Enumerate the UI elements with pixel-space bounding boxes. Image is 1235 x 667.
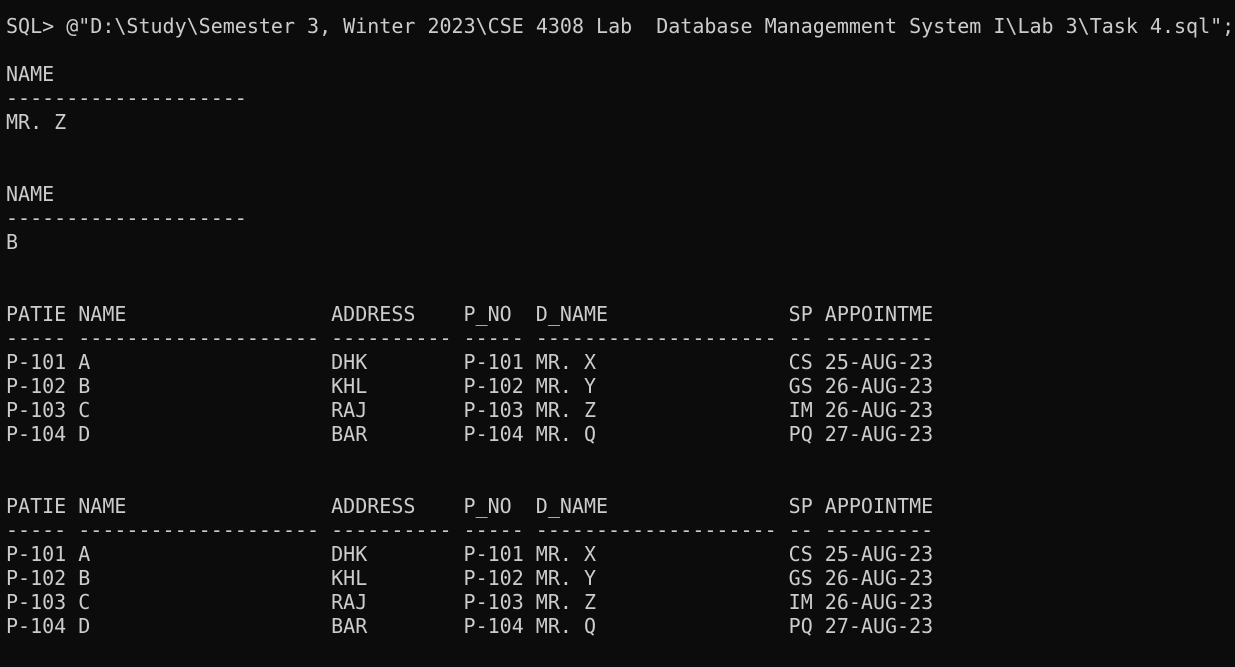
- result-row: P-104 D BAR P-104 MR. Q PQ 27-AUG-23: [6, 422, 934, 446]
- result-set-2: NAME -------------------- B: [6, 182, 1231, 254]
- terminal-output[interactable]: SQL> @"D:\Study\Semester 3, Winter 2023\…: [6, 14, 1231, 638]
- command-text: @"D:\Study\Semester 3, Winter 2023\CSE 4…: [66, 14, 1231, 38]
- result-row: P-103 C RAJ P-103 MR. Z IM 26-AUG-23: [6, 590, 934, 614]
- result-set-1: NAME -------------------- MR. Z: [6, 62, 1231, 134]
- column-separator: --------------------: [6, 206, 247, 230]
- command-line: SQL> @"D:\Study\Semester 3, Winter 2023\…: [6, 14, 1231, 38]
- column-separator: ----- -------------------- ---------- --…: [6, 326, 934, 350]
- column-header: PATIE NAME ADDRESS P_NO D_NAME SP APPOIN…: [6, 494, 934, 518]
- column-separator: ----- -------------------- ---------- --…: [6, 518, 934, 542]
- result-row: P-101 A DHK P-101 MR. X CS 25-AUG-23: [6, 542, 934, 566]
- column-header: PATIE NAME ADDRESS P_NO D_NAME SP APPOIN…: [6, 302, 934, 326]
- result-row: P-101 A DHK P-101 MR. X CS 25-AUG-23: [6, 350, 934, 374]
- result-row: P-102 B KHL P-102 MR. Y GS 26-AUG-23: [6, 374, 934, 398]
- result-row: P-103 C RAJ P-103 MR. Z IM 26-AUG-23: [6, 398, 934, 422]
- column-header: NAME: [6, 62, 55, 86]
- result-set-4: PATIE NAME ADDRESS P_NO D_NAME SP APPOIN…: [6, 494, 1231, 638]
- result-row: P-104 D BAR P-104 MR. Q PQ 27-AUG-23: [6, 614, 934, 638]
- sql-prompt: SQL>: [6, 14, 67, 38]
- column-header: NAME: [6, 182, 55, 206]
- column-separator: --------------------: [6, 86, 247, 110]
- result-row: MR. Z: [6, 110, 67, 134]
- result-row: B: [6, 230, 19, 254]
- result-set-3: PATIE NAME ADDRESS P_NO D_NAME SP APPOIN…: [6, 302, 1231, 446]
- result-row: P-102 B KHL P-102 MR. Y GS 26-AUG-23: [6, 566, 934, 590]
